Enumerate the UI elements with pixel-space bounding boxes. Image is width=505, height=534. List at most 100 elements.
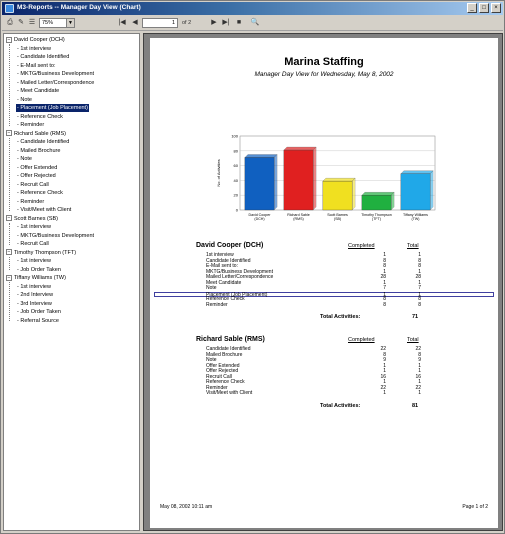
stop-icon[interactable]: ■ bbox=[234, 18, 244, 28]
bar-top bbox=[244, 154, 278, 158]
tree-item[interactable]: - Reminder bbox=[16, 198, 45, 206]
tree-item[interactable]: - Placement (Job Placement) bbox=[16, 104, 89, 112]
tree-node[interactable]: − Timothy Thompson (TFT) bbox=[6, 249, 76, 257]
find-icon[interactable]: 🔍 bbox=[250, 18, 260, 28]
tree-item[interactable]: - Reference Check bbox=[16, 189, 64, 197]
restore-button[interactable]: □ bbox=[479, 3, 489, 13]
tree-item[interactable]: - 1st interview bbox=[16, 283, 52, 291]
tree-item[interactable]: - Recruit Call bbox=[16, 181, 50, 189]
tree-item[interactable]: - 1st interview bbox=[16, 223, 52, 231]
tree-item[interactable]: - Meet Candidate bbox=[16, 87, 60, 95]
report-viewer[interactable]: Marina Staffing Manager Day View for Wed… bbox=[143, 33, 503, 531]
collapse-icon[interactable]: − bbox=[6, 274, 12, 281]
prev-page-icon[interactable]: ◀ bbox=[130, 18, 140, 28]
y-tick-label: 80 bbox=[234, 148, 239, 153]
completed-value: 8 bbox=[383, 263, 386, 269]
tree-item[interactable]: - 2nd Interview bbox=[16, 291, 54, 299]
completed-value: 1 bbox=[383, 279, 386, 286]
total-value: 8 bbox=[418, 257, 421, 264]
tree-item[interactable]: - Offer Rejected bbox=[16, 172, 57, 180]
title-bar[interactable]: M3-Reports -- Manager Day View (Chart) _… bbox=[2, 2, 503, 15]
tree-item[interactable]: - Offer Extended bbox=[16, 164, 58, 172]
tree-item[interactable]: - 1st interview bbox=[16, 45, 52, 53]
tree-item[interactable]: - Job Order Taken bbox=[16, 266, 62, 274]
tree-node[interactable]: − David Cooper (DCH) bbox=[6, 36, 65, 44]
bar-side bbox=[429, 170, 434, 211]
section-name: Richard Sable (RMS) bbox=[196, 336, 265, 343]
tree-node-label: Timothy Thompson (TFT) bbox=[14, 249, 77, 256]
tree-item[interactable]: - 1st interview bbox=[16, 257, 52, 265]
tree-item[interactable]: - Visit/Meet with Client bbox=[16, 206, 72, 214]
bar bbox=[322, 180, 353, 211]
x-tick-label: (TFT) bbox=[372, 217, 381, 221]
completed-value: 16 bbox=[380, 373, 386, 380]
first-page-icon[interactable]: |◀ bbox=[117, 18, 127, 28]
x-tick-label: (SB) bbox=[334, 217, 341, 221]
report-tree[interactable]: − David Cooper (DCH) - 1st interview - Cand… bbox=[3, 33, 140, 531]
activity-chart: 020406080100No. of ActivitiesDavid Coope… bbox=[216, 134, 436, 221]
tree-item[interactable]: - Candidate Identified bbox=[16, 53, 70, 61]
tree-node[interactable]: − Richard Sable (RMS) bbox=[6, 130, 66, 138]
zoom-select[interactable]: 75% ▼ bbox=[39, 18, 75, 28]
completed-value: 7 bbox=[383, 285, 386, 291]
total-activities-value: 81 bbox=[412, 402, 419, 409]
tree-node[interactable]: − Tiffany Williams (TW) bbox=[6, 274, 66, 282]
completed-value: 8 bbox=[383, 301, 386, 308]
tree-item[interactable]: - Candidate Identified bbox=[16, 138, 70, 146]
report-subtitle: Manager Day View for Wednesday, May 8, 2… bbox=[254, 71, 394, 78]
zoom-value: 75% bbox=[42, 20, 54, 26]
chevron-down-icon[interactable]: ▼ bbox=[66, 19, 74, 27]
next-page-icon[interactable]: ▶ bbox=[209, 18, 219, 28]
total-value: 1 bbox=[418, 252, 421, 258]
tree-item[interactable]: - Recruit Call bbox=[16, 240, 50, 248]
tree-node-label: David Cooper (DCH) bbox=[14, 37, 65, 43]
page-of-label: of 2 bbox=[182, 20, 192, 26]
tree-item[interactable]: - Mailed Letter/Correspondence bbox=[16, 79, 95, 87]
collapse-icon[interactable]: − bbox=[6, 249, 12, 256]
completed-value: 1 bbox=[383, 362, 386, 369]
completed-value: 1 bbox=[383, 252, 386, 258]
completed-value: 9 bbox=[383, 357, 386, 363]
total-value: 8 bbox=[418, 296, 421, 302]
page-number-input[interactable]: 1 bbox=[142, 18, 178, 28]
collapse-icon[interactable]: − bbox=[6, 130, 12, 137]
tree-node[interactable]: − Scott Barnes (SB) bbox=[6, 215, 58, 223]
total-value: 8 bbox=[418, 301, 421, 308]
report-title: Marina Staffing bbox=[284, 56, 364, 68]
tree-item[interactable]: - 3rd Interview bbox=[16, 300, 53, 308]
tree-item[interactable]: - Note bbox=[16, 96, 33, 104]
activity-label: Note bbox=[206, 285, 217, 291]
tree-item[interactable]: - Reference Check bbox=[16, 113, 64, 121]
minimize-button[interactable]: _ bbox=[467, 3, 477, 13]
completed-value: 22 bbox=[380, 346, 386, 352]
bar bbox=[283, 149, 314, 211]
close-button[interactable]: × bbox=[491, 3, 501, 13]
tree-toggle-icon[interactable]: ☰ bbox=[27, 18, 37, 28]
bar-side bbox=[273, 154, 278, 211]
app-icon bbox=[5, 4, 14, 13]
total-activities-value: 71 bbox=[412, 314, 419, 320]
tree-item[interactable]: - Job Order Taken bbox=[16, 308, 62, 316]
total-value: 1 bbox=[418, 390, 421, 396]
bar bbox=[361, 195, 392, 211]
export-icon[interactable]: ✎ bbox=[16, 18, 26, 28]
collapse-icon[interactable]: − bbox=[6, 215, 12, 222]
tree-item[interactable]: - Referral Source bbox=[16, 317, 60, 325]
tree-item[interactable]: - E-Mail sent to: bbox=[16, 62, 57, 70]
tree-item[interactable]: - MKTG/Business Development bbox=[16, 232, 95, 240]
collapse-icon[interactable]: − bbox=[6, 36, 12, 43]
y-tick-label: 20 bbox=[234, 193, 239, 198]
toolbar: ⎙ ✎ ☰ 75% ▼ |◀ ◀ 1 of 2 ▶ ▶| ■ 🔍 bbox=[2, 16, 503, 31]
total-value: 22 bbox=[415, 384, 421, 391]
tree-item[interactable]: - Mailed Brochure bbox=[16, 147, 61, 155]
tree-item[interactable]: - Note bbox=[16, 155, 33, 163]
activity-row: Reminder 8 8 bbox=[206, 301, 456, 308]
tree-item[interactable]: - Reminder bbox=[16, 121, 45, 129]
print-icon[interactable]: ⎙ bbox=[5, 18, 15, 28]
bar-side bbox=[351, 177, 356, 211]
tree-item[interactable]: - MKTG/Business Development bbox=[16, 70, 95, 78]
last-page-icon[interactable]: ▶| bbox=[221, 18, 231, 28]
total-activities-label: Total Activities: bbox=[320, 402, 361, 409]
total-header: Total bbox=[407, 243, 419, 249]
report-page: Marina Staffing Manager Day View for Wed… bbox=[150, 38, 498, 528]
